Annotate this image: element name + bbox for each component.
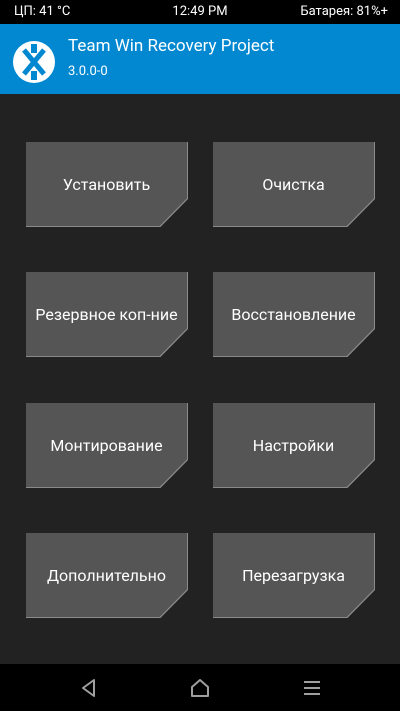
app-version: 3.0.0-0 bbox=[68, 64, 108, 79]
home-icon[interactable] bbox=[189, 677, 211, 699]
settings-button[interactable]: Настройки bbox=[213, 403, 374, 487]
install-button[interactable]: Установить bbox=[26, 142, 187, 226]
app-header: Team Win Recovery Project 3.0.0-0 bbox=[0, 24, 400, 94]
battery-status: Батарея: 81%+ bbox=[300, 4, 388, 19]
mount-button[interactable]: Монтирование bbox=[26, 403, 187, 487]
twrp-logo-icon bbox=[13, 41, 55, 83]
settings-label: Настройки bbox=[252, 435, 335, 455]
menu-icon[interactable] bbox=[301, 677, 323, 699]
wipe-button[interactable]: Очистка bbox=[213, 142, 374, 226]
backup-button[interactable]: Резервное коп-ние bbox=[26, 272, 187, 356]
main-menu: Установить Очистка Резервное коп-ние Вос… bbox=[0, 94, 400, 664]
status-bar: ЦП: 41 °C 12:49 PM Батарея: 81%+ bbox=[0, 0, 400, 24]
restore-button[interactable]: Восстановление bbox=[213, 272, 374, 356]
app-title: Team Win Recovery Project bbox=[68, 36, 275, 56]
reboot-label: Перезагрузка bbox=[242, 565, 345, 585]
restore-label: Восстановление bbox=[231, 304, 356, 324]
wipe-label: Очистка bbox=[262, 174, 325, 194]
install-label: Установить bbox=[62, 174, 151, 194]
backup-label: Резервное коп-ние bbox=[35, 304, 178, 324]
reboot-button[interactable]: Перезагрузка bbox=[213, 533, 374, 617]
navigation-bar bbox=[0, 664, 400, 711]
advanced-label: Дополнительно bbox=[47, 565, 166, 585]
advanced-button[interactable]: Дополнительно bbox=[26, 533, 187, 617]
mount-label: Монтирование bbox=[50, 435, 163, 455]
back-icon[interactable] bbox=[78, 677, 100, 699]
